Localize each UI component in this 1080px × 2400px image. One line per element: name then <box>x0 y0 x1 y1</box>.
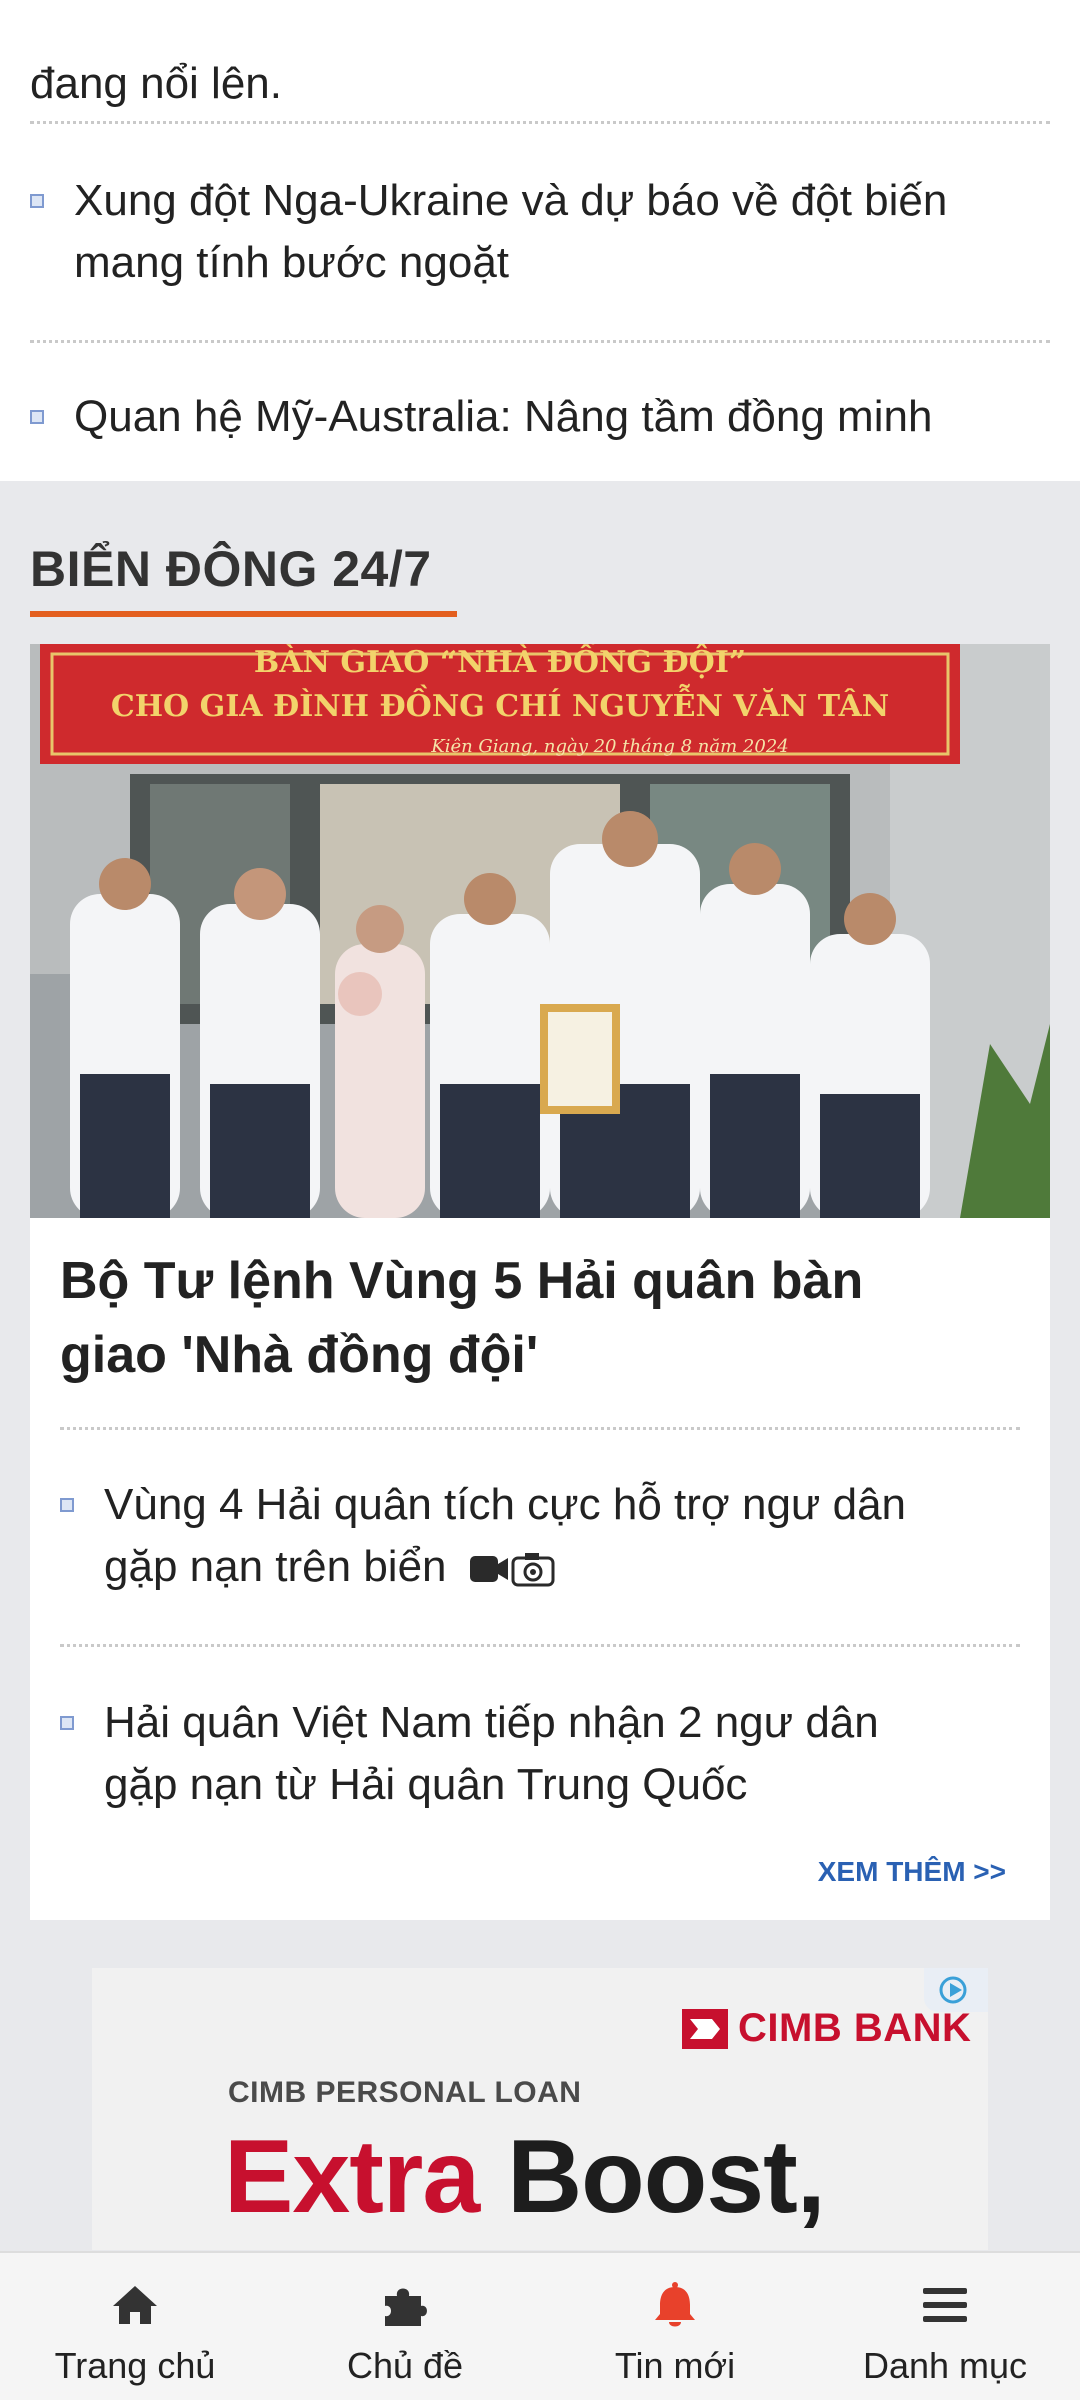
advertisement-banner[interactable]: CIMB BANK CIMB PERSONAL LOAN Extra Boost… <box>92 1968 988 2250</box>
bullet-icon <box>30 410 44 424</box>
video-icon <box>469 1556 508 1583</box>
nav-home[interactable]: Trang chủ <box>0 2253 270 2400</box>
list-item[interactable]: Vùng 4 Hải quân tích cực hỗ trợ ngư dân … <box>60 1474 1020 1598</box>
divider <box>60 1644 1020 1647</box>
bullet-icon <box>30 194 44 208</box>
nav-categories[interactable]: Danh mục <box>810 2253 1080 2400</box>
list-item[interactable]: Xung đột Nga-Ukraine và dự báo về đột bi… <box>30 170 1050 294</box>
bullet-icon <box>60 1498 74 1512</box>
section-title[interactable]: BIỂN ĐÔNG 24/7 <box>30 540 432 598</box>
list-item[interactable]: Quan hệ Mỹ-Australia: Nâng tầm đồng minh <box>30 386 1050 448</box>
puzzle-icon <box>381 2281 429 2329</box>
featured-photo[interactable]: BÀN GIAO “NHÀ ĐỒNG ĐỘI” CHO GIA ĐÌNH ĐỒN… <box>30 644 1050 1218</box>
list-item-title: Quan hệ Mỹ-Australia: Nâng tầm đồng minh <box>74 392 933 441</box>
list-item[interactable]: Hải quân Việt Nam tiếp nhận 2 ngư dân gặ… <box>60 1692 1020 1816</box>
list-item-title: gặp nạn trên biển <box>104 1542 447 1591</box>
ad-subtitle: CIMB PERSONAL LOAN <box>228 2076 582 2109</box>
list-item-title: gặp nạn từ Hải quân Trung Quốc <box>104 1760 748 1809</box>
divider <box>30 121 1050 124</box>
nav-label: Trang chủ <box>54 2345 216 2386</box>
nav-label: Tin mới <box>614 2345 736 2386</box>
svg-text:CHO GIA ĐÌNH ĐỒNG CHÍ NGUYỄN V: CHO GIA ĐÌNH ĐỒNG CHÍ NGUYỄN VĂN TÂN <box>111 683 889 724</box>
camera-icon <box>511 1553 555 1587</box>
ad-headline: Extra Boost, <box>224 2119 826 2235</box>
featured-headline[interactable]: Bộ Tư lệnh Vùng 5 Hải quân bàn giao 'Nhà… <box>60 1244 1020 1392</box>
nav-label: Danh mục <box>862 2345 1028 2386</box>
nav-topics[interactable]: Chủ đề <box>270 2253 540 2400</box>
list-item-title: mang tính bước ngoặt <box>74 238 510 287</box>
nav-latest[interactable]: Tin mới <box>540 2253 810 2400</box>
list-item-title: Hải quân Việt Nam tiếp nhận 2 ngư dân <box>104 1698 879 1747</box>
list-item-title: Vùng 4 Hải quân tích cực hỗ trợ ngư dân <box>104 1480 907 1529</box>
list-item-title: Xung đột Nga-Ukraine và dự báo về đột bi… <box>74 176 948 225</box>
bell-icon <box>652 2281 698 2329</box>
nav-label: Chủ đề <box>346 2345 464 2386</box>
svg-text:BÀN GIAO “NHÀ ĐỒNG ĐỘI”: BÀN GIAO “NHÀ ĐỒNG ĐỘI” <box>254 644 746 680</box>
featured-card: BÀN GIAO “NHÀ ĐỒNG ĐỘI” CHO GIA ĐÌNH ĐỒN… <box>30 644 1050 1920</box>
divider <box>30 340 1050 343</box>
bullet-icon <box>60 1716 74 1730</box>
menu-icon <box>923 2281 967 2329</box>
cimb-logo-icon <box>682 2008 728 2049</box>
home-icon <box>111 2281 159 2329</box>
see-more-link[interactable]: XEM THÊM >> <box>818 1856 1006 1888</box>
bottom-navigation: Trang chủ Chủ đề Tin mới Danh mục <box>0 2251 1080 2400</box>
svg-text:Kiên Giang, ngày 20 tháng 8 nă: Kiên Giang, ngày 20 tháng 8 năm 2024 <box>430 736 788 757</box>
divider <box>60 1427 1020 1430</box>
top-news-list: đang nổi lên. Xung đột Nga-Ukraine và dự… <box>0 0 1080 481</box>
ad-brand: CIMB BANK <box>738 2006 972 2050</box>
section-title-underline <box>30 611 457 617</box>
previous-article-text: đang nổi lên. <box>30 59 282 108</box>
